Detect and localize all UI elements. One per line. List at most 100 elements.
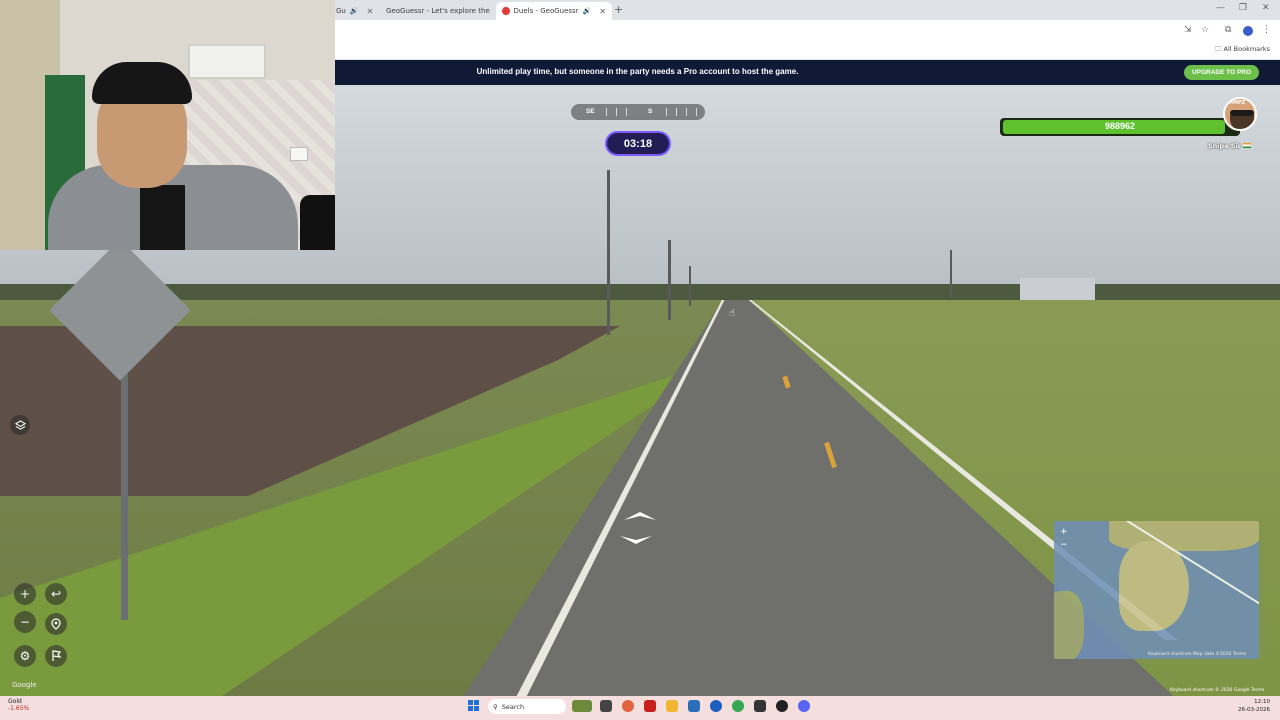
- close-icon[interactable]: ✕: [599, 7, 606, 16]
- banner-message: Unlimited play time, but someone in the …: [476, 67, 799, 76]
- webcam-person-hair: [92, 62, 192, 104]
- store-icon[interactable]: [688, 700, 700, 712]
- gear-icon: ⚙: [19, 649, 31, 663]
- location-pin-icon: [51, 618, 61, 630]
- copilot-icon[interactable]: [622, 700, 634, 712]
- maximize-icon[interactable]: ❐: [1239, 3, 1247, 13]
- install-icon[interactable]: ⇲: [1184, 25, 1192, 35]
- clock-time: 12:10: [1254, 699, 1270, 705]
- widget-app-icon[interactable]: [572, 700, 592, 712]
- layers-icon: [14, 419, 26, 430]
- close-icon[interactable]: ✕: [367, 7, 374, 16]
- search-placeholder: Search: [501, 702, 525, 711]
- app-icon[interactable]: [754, 700, 766, 712]
- folder-icon: 🗀: [1214, 45, 1222, 53]
- tab-duels[interactable]: Duels - GeoGuessr 🔊 ✕: [496, 2, 612, 20]
- mute-icon[interactable]: 🔊: [583, 7, 592, 15]
- player-avatar: MMPZ: [1223, 97, 1257, 131]
- compass: SE S: [571, 104, 705, 120]
- tab-label: Gu: [336, 7, 346, 15]
- utility-pole: [607, 170, 610, 335]
- hp-icon[interactable]: [710, 700, 722, 712]
- chrome-icon[interactable]: [732, 700, 744, 712]
- netflix-icon[interactable]: [644, 700, 656, 712]
- player-name-text: Snipe Sir: [1208, 142, 1241, 150]
- windows-start-icon[interactable]: [468, 700, 479, 711]
- mute-icon[interactable]: 🔊: [350, 7, 359, 15]
- avatar-glasses: [1230, 110, 1254, 116]
- all-bookmarks-label: All Bookmarks: [1223, 45, 1270, 53]
- flag-outline-icon: [52, 650, 62, 661]
- stock-widget[interactable]: Gold -1.65%: [8, 698, 29, 712]
- search-icon: ⚲: [493, 702, 498, 711]
- ticker-change: -1.65%: [8, 705, 30, 712]
- tab-label: GeoGuessr - Let's explore the: [386, 7, 490, 15]
- file-explorer-icon[interactable]: [666, 700, 678, 712]
- extensions-icon[interactable]: ⧉: [1225, 25, 1231, 35]
- tab-label: Duels - GeoGuessr: [513, 7, 579, 15]
- google-logo: Google: [12, 681, 37, 689]
- geoguessr-favicon-icon: [502, 7, 510, 15]
- webcam-person-shirt: [140, 185, 185, 250]
- all-bookmarks[interactable]: 🗀 All Bookmarks: [1215, 45, 1270, 56]
- streetview-credit: Keyboard shortcuts © 2026 Google Terms: [1170, 688, 1265, 693]
- minimap-footer: Keyboard shortcuts Map data ©2026 Terms: [1148, 652, 1247, 657]
- tab-other[interactable]: Gu 🔊 ✕: [330, 2, 374, 20]
- bookmark-star-icon[interactable]: ☆: [1201, 25, 1209, 35]
- taskbar-search[interactable]: ⚲ Search: [488, 699, 566, 714]
- compass-tick: [676, 108, 677, 116]
- compass-label-se: SE: [586, 108, 595, 115]
- undo-arrow-icon: ↩: [50, 587, 62, 601]
- utility-pole: [689, 266, 691, 306]
- move-forward-arrow-icon[interactable]: [622, 510, 658, 522]
- checkpoint-button[interactable]: [45, 613, 67, 635]
- obs-icon[interactable]: [776, 700, 788, 712]
- flag-button[interactable]: [45, 645, 67, 667]
- compass-tick: [666, 108, 667, 116]
- player-name: Snipe Sir: [1208, 142, 1252, 150]
- health-value: 988962: [1104, 121, 1136, 131]
- zoom-out-button[interactable]: −: [14, 611, 36, 633]
- webcam-window: [188, 44, 266, 79]
- zoom-in-icon: +: [19, 587, 31, 601]
- task-view-icon[interactable]: [600, 700, 612, 712]
- ticker-name: Gold: [8, 698, 22, 705]
- compass-tick: [686, 108, 687, 116]
- windows-taskbar: [0, 696, 1280, 720]
- round-timer: 03:18: [605, 131, 671, 156]
- return-to-start-button[interactable]: ↩: [45, 583, 67, 605]
- layers-button[interactable]: [10, 415, 30, 435]
- tab-geoguessr-home[interactable]: GeoGuessr - Let's explore the ✕: [376, 2, 494, 20]
- new-tab-icon[interactable]: +: [614, 3, 623, 16]
- menu-icon[interactable]: ⋮: [1262, 25, 1271, 35]
- discord-icon[interactable]: [798, 700, 810, 712]
- zoom-out-icon: −: [19, 615, 31, 629]
- minimap-zoom-in-button[interactable]: +: [1060, 527, 1068, 537]
- flag-icon: [1243, 143, 1252, 148]
- settings-button[interactable]: ⚙: [14, 645, 36, 667]
- avatar-tag: MMPZ: [1228, 100, 1246, 106]
- zoom-in-button[interactable]: +: [14, 583, 36, 605]
- barn: [1020, 278, 1095, 300]
- webcam-overlay: [0, 0, 335, 250]
- window-close-icon[interactable]: ✕: [1262, 3, 1270, 13]
- webcam-switchboard: [290, 147, 308, 161]
- minimap-south-america: [1054, 591, 1084, 659]
- mouse-cursor-icon: ☝: [729, 308, 736, 319]
- compass-tick: [696, 108, 697, 116]
- guess-minimap[interactable]: [1054, 521, 1259, 659]
- clock-date: 26-03-2026: [1238, 707, 1270, 713]
- upgrade-to-pro-button[interactable]: UPGRADE TO PRO: [1184, 65, 1259, 80]
- utility-pole: [950, 250, 952, 298]
- move-back-arrow-icon[interactable]: [618, 534, 654, 546]
- webcam-microphone: [300, 195, 335, 250]
- compass-tick: [626, 108, 627, 116]
- minimap-zoom-out-button[interactable]: −: [1060, 540, 1068, 550]
- profile-avatar-icon[interactable]: [1243, 26, 1253, 36]
- compass-tick: [606, 108, 607, 116]
- system-clock[interactable]: 12:10 26-03-2026: [1232, 698, 1270, 714]
- minimize-icon[interactable]: —: [1216, 3, 1225, 13]
- compass-label-s: S: [648, 108, 653, 115]
- compass-tick: [616, 108, 617, 116]
- utility-pole: [668, 240, 671, 320]
